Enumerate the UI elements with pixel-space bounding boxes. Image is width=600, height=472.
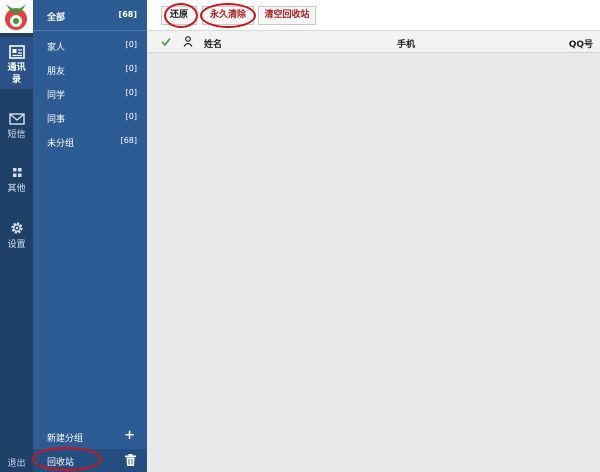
app-logo-icon xyxy=(0,0,33,33)
rail-label-settings: 设置 xyxy=(7,240,26,250)
icon-rail: 通讯录 短信 其他 设置 退出 xyxy=(0,0,33,472)
group-count: [0] xyxy=(125,40,137,49)
group-panel: 全部 [68] 家人 [0] 朋友 [0] 同学 [0] 同事 [0] 未分组 … xyxy=(33,0,147,472)
group-count: [68] xyxy=(120,136,137,145)
group-item-ungrouped[interactable]: 未分组 [68] xyxy=(33,130,147,154)
group-name: 同学 xyxy=(47,91,66,101)
app-logo xyxy=(0,0,33,33)
rail-item-sms[interactable]: 短信 xyxy=(0,104,33,156)
recycle-bin-label: 回收站 xyxy=(47,458,75,468)
rail-label-contacts: 通讯录 xyxy=(7,63,26,85)
gear-icon xyxy=(10,222,23,234)
rail-item-settings[interactable]: 设置 xyxy=(0,212,33,264)
group-item-family[interactable]: 家人 [0] xyxy=(33,34,147,58)
column-header-name[interactable]: 姓名 xyxy=(204,37,222,50)
recycle-bin-item[interactable]: 回收站 xyxy=(33,449,147,472)
main-area: 还原 永久清除 清空回收站 姓名 手机 QQ号 xyxy=(147,0,600,472)
contacts-card-icon xyxy=(8,45,25,59)
group-item-all[interactable]: 全部 [68] xyxy=(33,0,147,31)
new-group-label: 新建分组 xyxy=(47,434,84,444)
group-item-colleagues[interactable]: 同事 [0] xyxy=(33,106,147,130)
grid-icon xyxy=(12,168,21,177)
group-count: [0] xyxy=(125,88,137,97)
group-count: [0] xyxy=(125,64,137,73)
group-item-friends[interactable]: 朋友 [0] xyxy=(33,58,147,82)
select-all-check-icon[interactable] xyxy=(161,37,171,47)
group-count: [68] xyxy=(118,10,137,19)
group-name: 朋友 xyxy=(47,67,66,77)
restore-button[interactable]: 还原 xyxy=(161,6,197,25)
exit-button[interactable]: 退出 xyxy=(0,458,33,470)
trash-icon[interactable] xyxy=(125,454,136,466)
column-header-qq[interactable]: QQ号 xyxy=(569,37,593,50)
group-name: 家人 xyxy=(47,43,66,53)
table-header: 姓名 手机 QQ号 xyxy=(147,31,600,53)
empty-recycle-button[interactable]: 清空回收站 xyxy=(258,6,316,25)
new-group-button[interactable]: 新建分组 + xyxy=(33,426,147,448)
rail-item-other[interactable]: 其他 xyxy=(0,158,33,210)
person-icon xyxy=(183,36,193,47)
rail-item-contacts[interactable]: 通讯录 xyxy=(0,37,33,89)
contact-list-empty xyxy=(147,53,600,472)
group-item-classmates[interactable]: 同学 [0] xyxy=(33,82,147,106)
delete-forever-button[interactable]: 永久清除 xyxy=(202,6,254,25)
toolbar: 还原 永久清除 清空回收站 xyxy=(147,0,600,31)
plus-icon: + xyxy=(124,428,135,443)
envelope-icon xyxy=(8,113,25,125)
rail-label-other: 其他 xyxy=(7,184,26,194)
group-name: 同事 xyxy=(47,115,66,125)
group-name: 全部 xyxy=(47,13,66,23)
column-header-phone[interactable]: 手机 xyxy=(397,37,415,50)
rail-label-sms: 短信 xyxy=(7,130,26,140)
group-name: 未分组 xyxy=(47,139,75,149)
group-count: [0] xyxy=(125,112,137,121)
